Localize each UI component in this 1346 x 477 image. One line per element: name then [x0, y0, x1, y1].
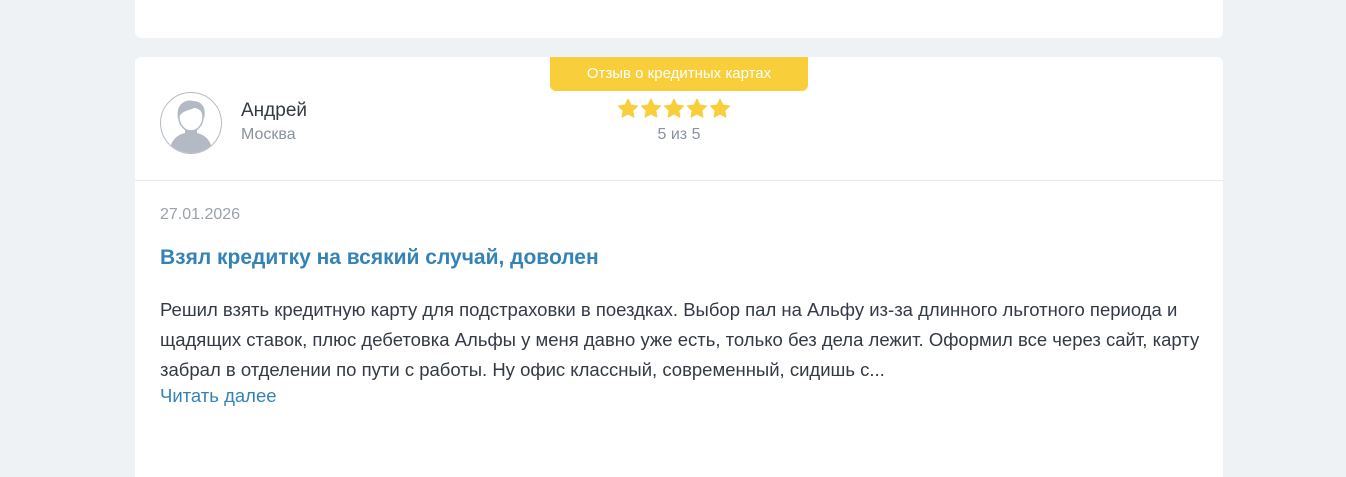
review-date: 27.01.2026 — [160, 206, 241, 223]
user-placeholder-icon — [169, 100, 213, 153]
star-icon — [664, 98, 684, 118]
review-category-badge[interactable]: Отзыв о кредитных картах — [550, 57, 808, 91]
star-icon — [687, 98, 707, 118]
review-card: Отзыв о кредитных картах Андрей Москва 5… — [135, 57, 1223, 477]
read-more-link[interactable]: Читать далее — [160, 385, 277, 407]
author-city: Москва — [241, 126, 296, 143]
author-name: Андрей — [241, 100, 307, 121]
rating-text: 5 из 5 — [657, 126, 701, 143]
previous-review-card — [135, 0, 1223, 38]
star-icon — [710, 98, 730, 118]
review-text: Решил взять кредитную карту для подстрах… — [160, 299, 1200, 380]
avatar — [160, 92, 222, 154]
rating-stars — [617, 98, 731, 120]
star-icon — [641, 98, 661, 118]
header-divider — [135, 180, 1223, 181]
star-icon — [618, 98, 638, 118]
review-title[interactable]: Взял кредитку на всякий случай, доволен — [160, 246, 599, 270]
